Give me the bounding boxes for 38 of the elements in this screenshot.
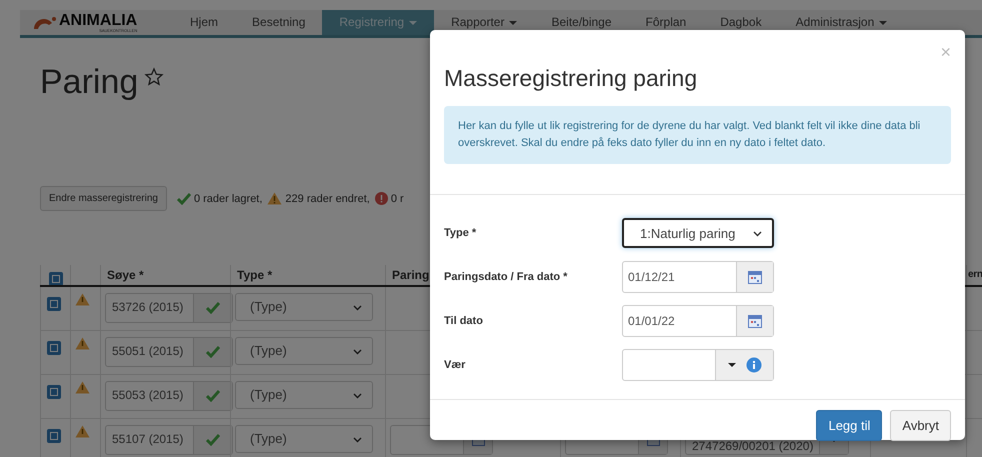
select-all-checkbox[interactable]: [49, 272, 63, 285]
close-button[interactable]: ×: [940, 42, 951, 63]
type-select[interactable]: (Type): [235, 381, 373, 409]
info-message: Her kan du fylle ut lik registrering for de dyrene du har valgt. Ved blankt felt vil ikke dine data bli overskrevet. Skal du endre på feks dato fyller du inn en ny dato i feltet dato.: [444, 106, 951, 164]
page-title: Paring: [40, 63, 138, 102]
row-checkbox[interactable]: [47, 429, 61, 443]
type-select[interactable]: 1:Naturlig paring: [622, 218, 774, 248]
nav-item[interactable]: Rapporter: [434, 10, 534, 35]
status-text: 0 r: [390, 192, 404, 204]
type-select[interactable]: (Type): [235, 425, 373, 453]
chevron-icon[interactable]: [753, 231, 762, 237]
status-text: 229 rader endret,: [285, 192, 370, 204]
field-label: Vær: [444, 359, 466, 371]
warning-icon: [267, 192, 282, 205]
row-checkbox[interactable]: [47, 297, 61, 311]
field-label: Type *: [444, 227, 478, 239]
column-header: ern: [966, 265, 982, 285]
nav-item[interactable]: Hjem: [173, 10, 236, 35]
status-text: 0 rader lagret,: [194, 192, 262, 204]
type-select[interactable]: (Type): [235, 337, 373, 365]
row-checkbox[interactable]: [47, 385, 61, 399]
logo-text: ANIMALIA: [59, 12, 138, 28]
add-button[interactable]: Legg til: [816, 410, 882, 441]
cancel-button[interactable]: Avbryt: [890, 410, 951, 441]
nav-item[interactable]: Registrering: [322, 10, 434, 35]
modal-title: Masseregistrering paring: [444, 65, 698, 92]
field-label: Til dato: [444, 315, 484, 327]
nav-item[interactable]: Besetning: [235, 10, 322, 35]
mass-edit-button[interactable]: Endre masseregistrering: [40, 186, 167, 211]
nav-item[interactable]: Administrasjon: [778, 10, 904, 35]
row-checkbox[interactable]: [47, 341, 61, 355]
column-header: Søye *: [100, 265, 230, 285]
check-icon: [176, 192, 191, 204]
logo-icon: [33, 16, 57, 29]
column-header: Type *: [230, 265, 385, 285]
error-icon: [374, 192, 388, 205]
type-select[interactable]: (Type): [235, 293, 373, 321]
star-icon[interactable]: [144, 67, 164, 87]
